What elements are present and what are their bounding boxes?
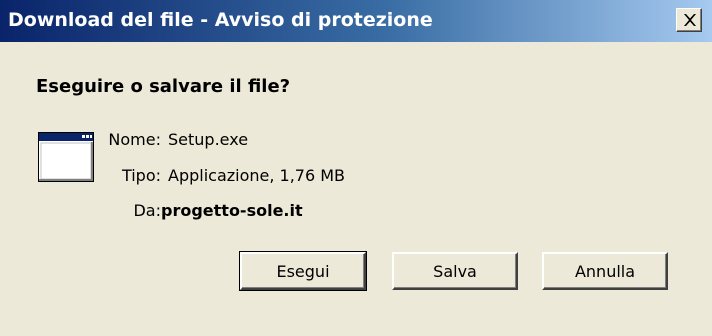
file-source-label: Da: — [133, 201, 161, 220]
file-name-value: Setup.exe — [168, 130, 249, 149]
file-source-row: Da:progetto-sole.it — [58, 201, 303, 220]
close-button[interactable] — [676, 8, 702, 32]
file-type-value: Applicazione, 1,76 MB — [168, 166, 346, 185]
file-type-label: Tipo: — [121, 166, 161, 185]
dialog-question: Eseguire o salvare il file? — [36, 76, 291, 97]
title-bar[interactable]: Download del file - Avviso di protezione — [0, 0, 712, 42]
file-source-value: progetto-sole.it — [161, 201, 303, 220]
dialog-title: Download del file - Avviso di protezione — [8, 9, 433, 31]
download-dialog: Download del file - Avviso di protezione… — [0, 0, 712, 336]
close-icon — [684, 14, 696, 26]
file-name-row: Nome: Setup.exe — [58, 130, 248, 149]
run-button[interactable]: Esegui — [239, 251, 367, 291]
save-button[interactable]: Salva — [392, 252, 518, 290]
cancel-button[interactable]: Annulla — [542, 252, 668, 290]
file-type-row: Tipo: Applicazione, 1,76 MB — [58, 166, 345, 185]
file-name-label: Nome: — [108, 130, 161, 149]
